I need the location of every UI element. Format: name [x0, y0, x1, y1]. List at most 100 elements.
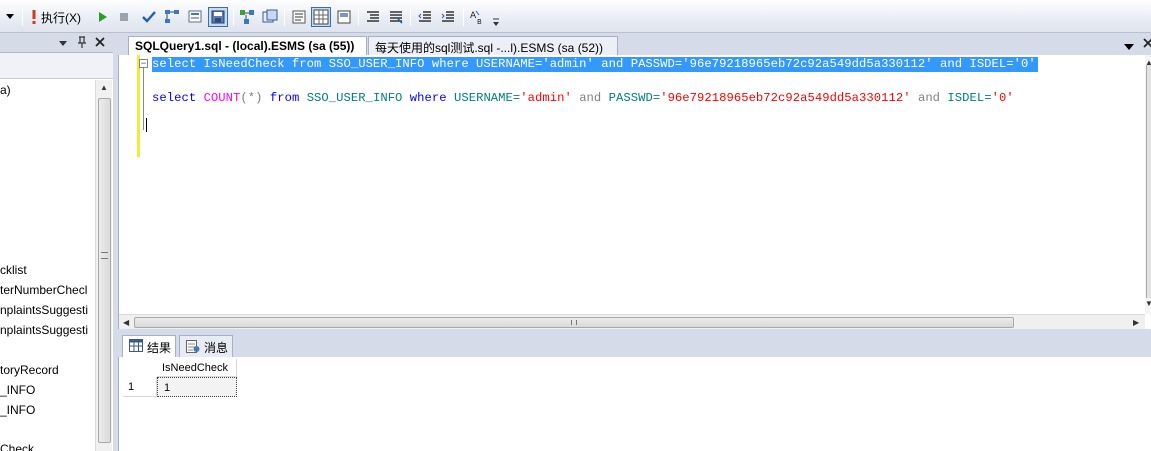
tree-item[interactable]: terNumberChecl	[0, 283, 87, 297]
cancel-query-icon[interactable]	[118, 8, 130, 26]
object-explorer-toolbar	[0, 53, 113, 79]
code-line-1[interactable]: select IsNeedCheck from SSO_USER_INFO wh…	[152, 57, 1038, 72]
toolbar-separator	[233, 8, 234, 26]
tree-item[interactable]: _INFO	[0, 403, 35, 417]
code-token: from	[291, 57, 322, 71]
display-plan-icon[interactable]	[163, 8, 181, 26]
comment-lines-icon[interactable]	[365, 8, 381, 26]
code-token: and	[932, 57, 970, 71]
execute-button[interactable]: 执行(X)	[31, 8, 81, 26]
code-keyword: select	[152, 91, 197, 105]
code-identifier: SSO_USER_INFO	[299, 91, 410, 105]
tab-results-label: 结果	[147, 341, 172, 355]
toolbar-separator	[284, 8, 285, 26]
code-token: 'admin'	[542, 57, 594, 71]
tab-results[interactable]: 结果	[122, 335, 177, 357]
tab-list-dropdown-icon[interactable]	[1124, 40, 1134, 54]
results-to-grid-icon[interactable]	[311, 7, 331, 27]
messages-icon	[186, 339, 200, 356]
text-cursor	[146, 118, 147, 132]
scrollbar-thumb[interactable]	[1146, 65, 1151, 298]
scroll-up-arrow-icon[interactable]: ▲	[100, 83, 108, 92]
code-token: ISDEL=	[969, 57, 1014, 71]
decrease-indent-icon[interactable]	[417, 8, 433, 26]
row-number[interactable]: 1	[123, 377, 157, 397]
collapse-region-icon[interactable]: −	[139, 59, 148, 68]
query-toolbar: 执行(X) AB	[0, 0, 1151, 33]
outline-line	[143, 68, 144, 130]
object-tree-scrollbar[interactable]: ▲	[95, 80, 112, 451]
grip-icon	[571, 320, 577, 325]
tree-item[interactable]: nplaintsSuggesti	[0, 323, 88, 337]
grid-icon	[129, 339, 143, 355]
save-results-icon[interactable]	[208, 7, 228, 27]
include-plan-icon[interactable]	[238, 8, 256, 26]
scrollbar-thumb[interactable]	[98, 98, 111, 443]
code-string: '96e79218965eb72c92a549dd5a330112'	[660, 91, 911, 105]
object-explorer-pane: a) cklist terNumberChecl nplaintsSuggest…	[0, 33, 113, 451]
tree-item[interactable]: Check	[0, 442, 34, 451]
client-statistics-icon[interactable]	[261, 8, 279, 26]
toolbar-separator	[463, 8, 464, 26]
code-token: PASSWD=	[630, 57, 683, 71]
code-identifier: PASSWD=	[601, 91, 661, 105]
toolbar-overflow-icon[interactable]	[491, 14, 501, 32]
object-tree: a) cklist terNumberChecl nplaintsSuggest…	[0, 80, 95, 451]
results-to-text-icon[interactable]	[290, 8, 308, 26]
code-token: USERNAME=	[468, 57, 543, 71]
code-function: COUNT	[203, 91, 241, 105]
execute-icon	[31, 10, 37, 24]
editor-vertical-scrollbar[interactable]: ▲ ▼	[1145, 55, 1151, 314]
document-tab-strip: SQLQuery1.sql - (local).ESMS (sa (55)) 每…	[118, 33, 1151, 55]
code-operator: and	[579, 91, 602, 105]
tab-sqlquery1[interactable]: SQLQuery1.sql - (local).ESMS (sa (55))	[128, 36, 367, 55]
code-token: SSO_USER_INFO	[321, 57, 432, 71]
toolbar-separator	[410, 8, 411, 26]
close-document-icon[interactable]	[1142, 37, 1151, 52]
dropdown-arrow-icon[interactable]	[4, 8, 16, 26]
specify-template-values-icon[interactable]: AB	[469, 8, 487, 26]
close-icon[interactable]	[94, 36, 106, 51]
table-cell[interactable]: 1	[157, 377, 237, 397]
code-keyword: where	[409, 91, 447, 105]
editor-gutter	[120, 55, 138, 329]
tab-daily-sql[interactable]: 每天使用的sql测试.sql -...l).ESMS (sa (52))	[368, 36, 618, 55]
object-explorer-header	[0, 33, 113, 53]
tree-item[interactable]: _INFO	[0, 383, 35, 397]
svg-text:A: A	[470, 11, 477, 21]
code-token: where	[431, 57, 469, 71]
tree-item[interactable]: cklist	[0, 263, 27, 277]
tree-item[interactable]: toryRecord	[0, 363, 59, 377]
code-token: select	[152, 57, 197, 71]
sql-editor[interactable]: − select IsNeedCheck from SSO_USER_INFO …	[118, 55, 1151, 329]
scrollbar-thumb[interactable]	[134, 317, 1014, 328]
code-token: and	[593, 57, 631, 71]
tree-item[interactable]: a)	[0, 83, 11, 97]
scroll-right-arrow-icon[interactable]: ▶	[1133, 318, 1139, 327]
code-string: 'admin'	[520, 91, 572, 105]
column-header[interactable]: IsNeedCheck	[157, 359, 237, 377]
code-token: IsNeedCheck	[196, 57, 292, 71]
code-identifier: USERNAME=	[446, 91, 521, 105]
debug-play-icon[interactable]	[97, 8, 109, 26]
scroll-down-arrow-icon[interactable]: ▼	[1145, 299, 1151, 308]
tab-messages[interactable]: 消息	[179, 335, 234, 357]
code-operator: (*)	[240, 91, 263, 105]
code-line-2[interactable]: select COUNT(*) from SSO_USER_INFO where…	[152, 91, 1014, 105]
code-token: '96e79218965eb72c92a549dd5a330112'	[682, 57, 933, 71]
parse-checkmark-icon[interactable]	[141, 8, 157, 26]
code-identifier: ISDEL=	[940, 91, 992, 105]
pin-icon[interactable]	[76, 35, 88, 52]
increase-indent-icon[interactable]	[440, 8, 456, 26]
tree-item[interactable]: nplaintsSuggesti	[0, 303, 88, 317]
code-token: '0'	[1013, 57, 1036, 71]
query-options-icon[interactable]	[187, 8, 205, 26]
pane-menu-dropdown-icon[interactable]	[58, 37, 68, 51]
code-string: '0'	[991, 91, 1014, 105]
uncomment-lines-icon[interactable]	[388, 8, 404, 26]
tab-messages-label: 消息	[204, 341, 229, 355]
code-operator: and	[917, 91, 941, 105]
scroll-left-arrow-icon[interactable]: ◀	[123, 318, 129, 327]
editor-horizontal-scrollbar[interactable]: ◀ ▶	[119, 314, 1145, 329]
results-to-file-icon[interactable]	[335, 8, 353, 26]
